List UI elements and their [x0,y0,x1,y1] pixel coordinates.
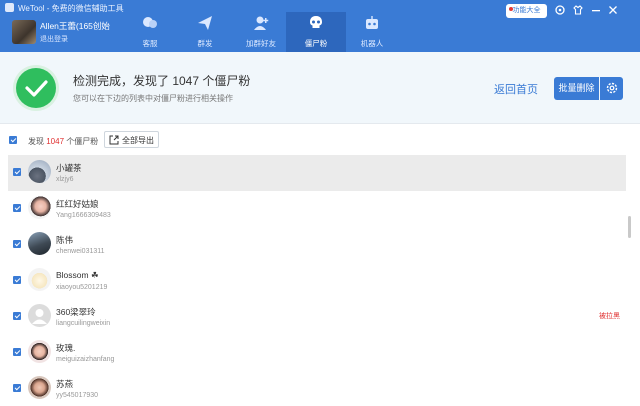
contact-name: 360梁翠玲 [56,307,96,317]
notification-dot [509,7,513,11]
send-icon [198,16,212,30]
list-item[interactable]: 红红好姑娘 Yang1666309483 [8,191,626,227]
list-item[interactable]: 小罐茶 xlzjy6 [8,155,626,191]
avatar [28,232,51,255]
contact-id: xiaoyou5201219 [56,284,108,291]
avatar [28,340,51,363]
export-all-label: 全部导出 [122,136,154,145]
skin-icon[interactable] [572,4,584,16]
tab-robot[interactable]: 机器人 [342,13,402,52]
tab-label: 机器人 [360,39,384,48]
avatar [28,376,51,399]
list-scrollbar[interactable] [628,216,631,238]
default-avatar-icon [28,304,51,327]
contact-name: 玫瑰. [56,343,76,353]
result-panel: 检测完成，发现了 1047 个僵尸粉 您可以在下边的列表中对僵尸粉进行相关操作 … [0,52,640,124]
list-item[interactable]: 苏燕 yy545017930 [8,371,626,406]
contact-name: 小罐茶 [56,163,82,173]
tab-label: 僵尸粉 [304,39,328,48]
success-check-icon [16,68,56,108]
contact-id: liangcuilingweixin [56,320,111,327]
add-user-icon [254,16,269,30]
tab-zombie-fans[interactable]: 僵尸粉 [286,12,346,52]
row-checkbox[interactable] [13,276,21,284]
found-count: 1047 [46,137,65,146]
avatar[interactable] [12,20,36,44]
zombie-fan-list[interactable]: 小罐茶 xlzjy6 红红好姑娘 Yang1666309483 陈伟 chenw… [8,155,626,406]
contact-id: chenwei031311 [56,248,105,255]
contact-id: Yang1666309483 [56,212,111,219]
export-all-button[interactable]: 全部导出 [104,131,159,148]
status-badge: 被拉黑 [599,313,620,320]
found-prefix: 发现 [28,137,44,146]
settings-icon[interactable] [554,4,566,16]
result-subtitle: 您可以在下边的列表中对僵尸粉进行相关操作 [73,94,233,103]
feature-list-button[interactable]: 功能大全 [506,4,547,18]
minimize-icon[interactable] [590,4,602,16]
contact-id: meiguizaizhanfang [56,356,115,363]
export-icon [109,135,119,145]
back-home-link[interactable]: 返回首页 [494,81,538,97]
app-logo-icon [5,3,14,12]
tab-add-group-friends[interactable]: 加群好友 [231,13,291,52]
chat-icon [143,17,157,28]
tab-customer-service[interactable]: 客服 [120,13,180,52]
list-item[interactable]: 陈伟 chenwei031311 [8,227,626,263]
avatar [28,196,51,219]
row-checkbox[interactable] [13,168,21,176]
found-suffix: 个僵尸粉 [66,137,99,146]
row-checkbox[interactable] [13,204,21,212]
robot-icon [366,16,378,29]
tab-label: 群发 [197,39,213,48]
row-checkbox[interactable] [13,312,21,320]
contact-id: xlzjy6 [56,176,74,183]
list-item[interactable]: 360梁翠玲 liangcuilingweixin 被拉黑 [8,299,626,335]
window-title: WeTool - 免费的微信辅助工具 [18,4,124,13]
contact-name: 红红好姑娘 [56,199,99,209]
list-item[interactable]: Blossom ☘ xiaoyou5201219 [8,263,626,299]
found-summary: 发现 1047 个僵尸粉 [28,136,98,147]
top-bar: WeTool - 免费的微信辅助工具 Allen王蕾(165创始 退出登录 客服… [0,0,640,52]
contact-name: 陈伟 [56,235,74,245]
avatar [28,160,51,183]
select-all-checkbox[interactable] [9,136,17,144]
logout-link[interactable]: 退出登录 [40,34,68,44]
user-name: Allen王蕾(165创始 [40,21,110,31]
gear-icon [606,82,617,94]
row-checkbox[interactable] [13,348,21,356]
skull-icon [310,16,322,28]
feature-list-label: 功能大全 [512,7,541,14]
contact-name: 苏燕 [56,379,74,389]
tab-label: 客服 [142,39,158,48]
list-item[interactable]: 玫瑰. meiguizaizhanfang [8,335,626,371]
row-checkbox[interactable] [13,384,21,392]
avatar [28,268,51,291]
batch-delete-button[interactable]: 批量删除 [554,77,599,100]
row-checkbox[interactable] [13,240,21,248]
contact-id: yy545017930 [56,392,99,399]
tab-label: 加群好友 [246,39,276,48]
result-title: 检测完成，发现了 1047 个僵尸粉 [73,74,251,88]
contact-name: Blossom ☘ [56,270,99,280]
tab-broadcast[interactable]: 群发 [175,13,235,52]
close-icon[interactable] [607,4,619,16]
batch-settings-button[interactable] [600,77,623,100]
